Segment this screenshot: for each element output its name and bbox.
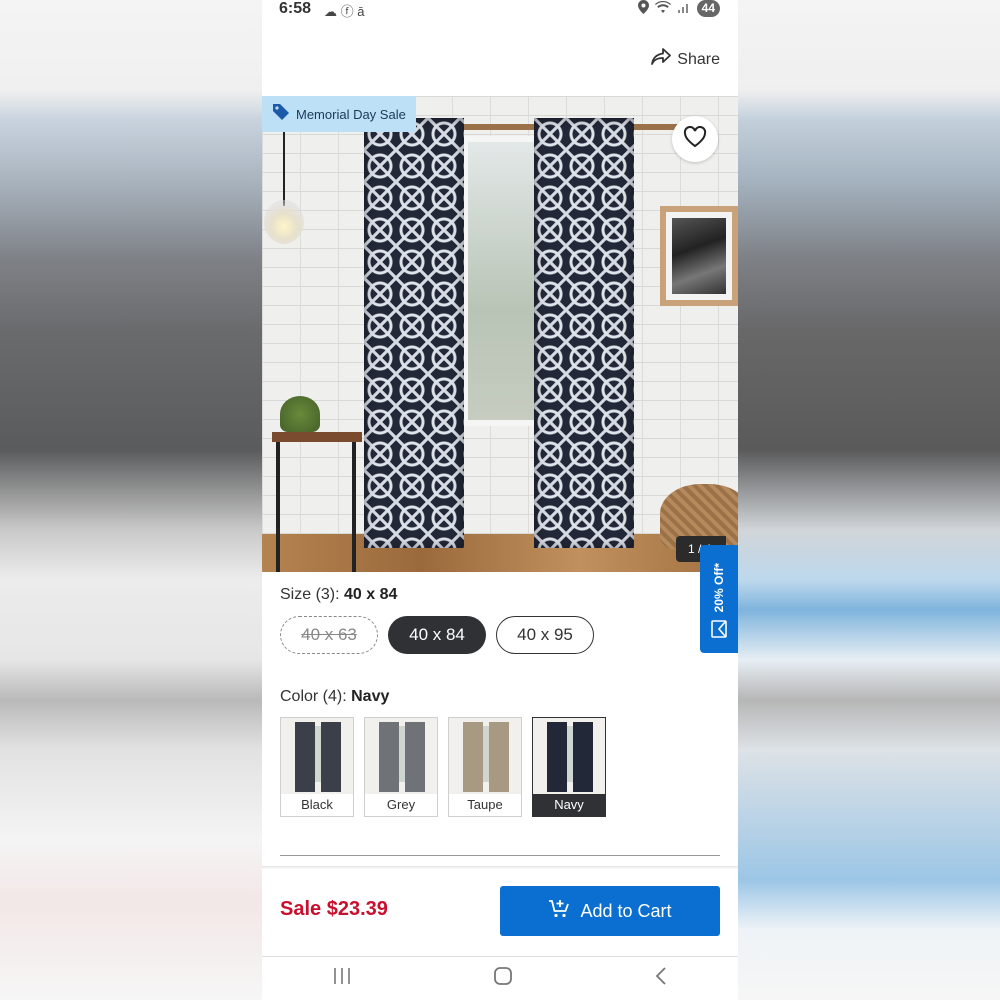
color-swatch-grey[interactable]: Grey xyxy=(364,717,438,817)
size-selected-value: 40 x 84 xyxy=(344,586,398,603)
promo-tab[interactable]: 20% Off* xyxy=(700,545,738,653)
signal-icon xyxy=(677,1,691,17)
sale-badge: Memorial Day Sale xyxy=(262,96,416,132)
cart-plus-icon xyxy=(548,899,570,924)
swatch-thumbnail xyxy=(449,718,521,794)
bottom-bar-shadow xyxy=(262,866,738,869)
status-time: 6:58 xyxy=(279,0,312,17)
product-image[interactable] xyxy=(262,96,738,572)
size-label: Size (3): 40 x 84 xyxy=(280,586,397,604)
swatch-label: Black xyxy=(301,797,333,812)
add-to-cart-button[interactable]: Add to Cart xyxy=(500,886,720,936)
envelope-icon xyxy=(711,620,727,643)
status-bar: 6:58 ☁ ⓕ ā 44 xyxy=(262,0,738,22)
phone-screen: 6:58 ☁ ⓕ ā 44 Share Memorial Day Sale 1 … xyxy=(262,0,738,1000)
battery-indicator: 44 xyxy=(696,0,720,17)
favorite-button[interactable] xyxy=(672,116,718,162)
sale-price: Sale $23.39 xyxy=(280,898,388,920)
color-label-prefix: Color (4): xyxy=(280,688,352,705)
table-leg xyxy=(276,442,280,572)
pendant-lamp xyxy=(264,200,304,244)
side-table xyxy=(272,432,362,442)
recent-apps-icon[interactable] xyxy=(332,967,352,991)
curtain-panel-right xyxy=(534,118,634,548)
color-swatches: Black Grey Taupe Navy xyxy=(280,717,606,817)
swatch-thumbnail xyxy=(365,718,437,794)
section-divider xyxy=(280,855,720,856)
swatch-label: Taupe xyxy=(467,797,503,812)
sale-badge-label: Memorial Day Sale xyxy=(296,106,406,122)
color-swatch-navy[interactable]: Navy xyxy=(532,717,606,817)
wifi-icon xyxy=(654,0,671,17)
status-icons-right: 44 xyxy=(637,0,720,17)
color-label: Color (4): Navy xyxy=(280,688,389,706)
notification-icons: ☁ ⓕ ā xyxy=(324,4,365,19)
size-option-40x63[interactable]: 40 x 63 xyxy=(280,616,378,654)
back-icon[interactable] xyxy=(654,966,668,992)
window xyxy=(462,136,542,426)
promo-tab-label: 20% Off* xyxy=(712,562,726,612)
color-selected-value: Navy xyxy=(351,688,390,705)
share-label: Share xyxy=(677,50,720,68)
color-swatch-taupe[interactable]: Taupe xyxy=(448,717,522,817)
share-button[interactable]: Share xyxy=(651,48,720,71)
size-label-prefix: Size (3): xyxy=(280,586,345,603)
tag-icon xyxy=(272,103,290,126)
background-blur-left xyxy=(0,0,262,1000)
size-option-40x95[interactable]: 40 x 95 xyxy=(496,616,594,654)
color-swatch-black[interactable]: Black xyxy=(280,717,354,817)
size-option-40x84[interactable]: 40 x 84 xyxy=(388,616,486,654)
android-nav-bar xyxy=(262,956,738,1000)
background-blur-right xyxy=(738,0,1000,1000)
swatch-label: Grey xyxy=(386,797,416,812)
curtain-panel-left xyxy=(364,118,464,548)
swatch-label: Navy xyxy=(533,794,605,816)
table-leg xyxy=(352,442,356,572)
swatch-thumbnail xyxy=(533,718,605,794)
location-icon xyxy=(637,0,649,17)
heart-outline-icon xyxy=(683,125,707,153)
swatch-thumbnail xyxy=(281,718,353,794)
add-to-cart-label: Add to Cart xyxy=(580,900,672,921)
size-options: 40 x 63 40 x 84 40 x 95 xyxy=(280,616,594,654)
home-icon[interactable] xyxy=(492,965,514,993)
potted-plant xyxy=(280,396,320,432)
wall-art xyxy=(660,206,738,306)
share-arrow-icon xyxy=(651,48,672,71)
